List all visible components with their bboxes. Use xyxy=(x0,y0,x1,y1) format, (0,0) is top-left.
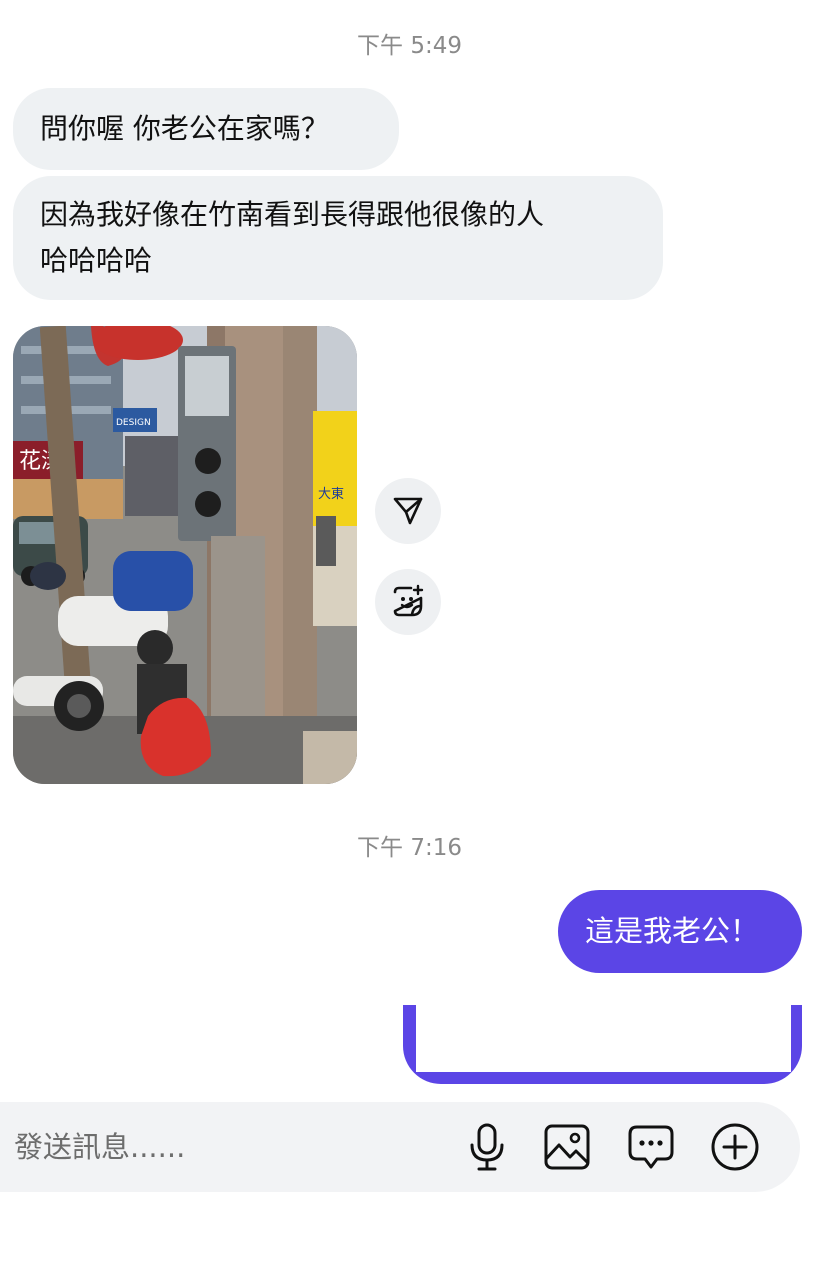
voice-button[interactable] xyxy=(460,1120,514,1174)
timestamp: 下午 5:49 xyxy=(357,33,462,59)
message-text: 因為我好像在竹南看到長得跟他很像的人 哈哈哈哈 xyxy=(40,192,544,284)
image-icon xyxy=(544,1124,590,1170)
photo-message[interactable]: 花漾 DESIGN 大東 xyxy=(13,326,357,784)
chat-button[interactable] xyxy=(624,1120,678,1174)
sticker-icon xyxy=(393,584,424,617)
send-triangle-icon xyxy=(393,497,423,525)
street-photo: 花漾 DESIGN 大東 xyxy=(13,326,357,784)
message-text: 這是我老公！ xyxy=(585,914,760,948)
blue-sign-text: DESIGN xyxy=(116,418,151,428)
more-button[interactable] xyxy=(708,1120,762,1174)
chat-bubble-icon xyxy=(628,1125,674,1169)
message-text: 問你喔 你老公在家嗎？ xyxy=(40,112,329,145)
plus-circle-icon xyxy=(711,1123,759,1171)
redacted-block xyxy=(416,1005,791,1072)
image-button[interactable] xyxy=(540,1120,594,1174)
timestamp: 下午 7:16 xyxy=(357,835,462,861)
message-line: 哈哈哈哈 xyxy=(40,244,153,277)
message-line: 因為我好像在竹南看到長得跟他很像的人 xyxy=(40,198,545,231)
mic-icon xyxy=(470,1123,504,1171)
outgoing-message-partial[interactable] xyxy=(403,1005,802,1084)
outgoing-message[interactable]: 這是我老公！ xyxy=(558,890,802,973)
message-composer xyxy=(0,1102,800,1192)
message-input[interactable] xyxy=(14,1124,434,1170)
incoming-message[interactable]: 問你喔 你老公在家嗎？ xyxy=(13,88,399,170)
yellow-sign-text: 大東 xyxy=(318,486,344,502)
sticker-button[interactable] xyxy=(375,569,441,635)
incoming-message[interactable]: 因為我好像在竹南看到長得跟他很像的人 哈哈哈哈 xyxy=(13,176,663,300)
share-button[interactable] xyxy=(375,478,441,544)
